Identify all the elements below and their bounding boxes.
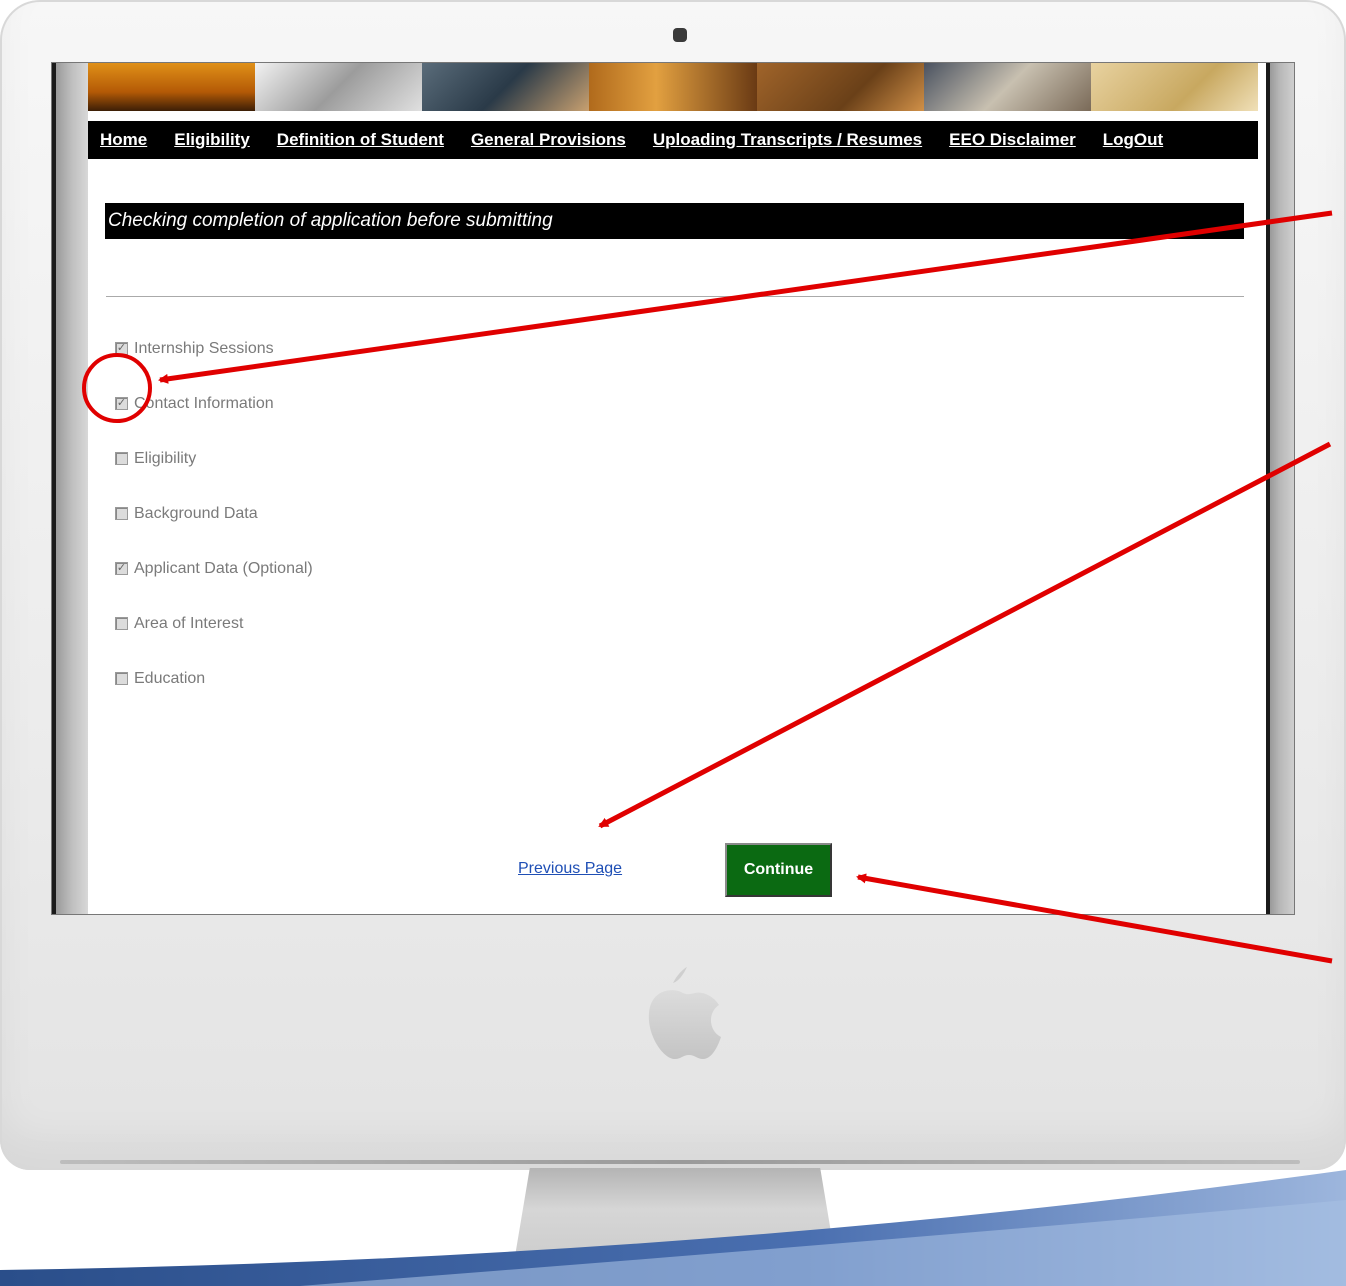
banner-image-documents: [1090, 63, 1258, 111]
nav-eeo-disclaimer[interactable]: EEO Disclaimer: [949, 130, 1076, 150]
nav-uploading-transcripts[interactable]: Uploading Transcripts / Resumes: [653, 130, 922, 150]
checkbox[interactable]: ✓: [115, 342, 128, 355]
banner-image-keyboard: [422, 63, 590, 111]
completion-checklist: ✓ Internship Sessions ✓ Contact Informat…: [115, 321, 313, 706]
decorative-swoosh: [0, 1170, 1346, 1286]
checklist-item-area-of-interest: Area of Interest: [115, 596, 313, 651]
header-banner: [88, 63, 1258, 111]
checklist-item-internship-sessions: ✓ Internship Sessions: [115, 321, 313, 376]
nav-general-provisions[interactable]: General Provisions: [471, 130, 626, 150]
checkbox[interactable]: ✓: [115, 397, 128, 410]
checklist-item-background-data: Background Data: [115, 486, 313, 541]
nav-definition-of-student[interactable]: Definition of Student: [277, 130, 444, 150]
previous-page-link[interactable]: Previous Page: [518, 860, 622, 878]
nav-home[interactable]: Home: [100, 130, 147, 150]
checkbox[interactable]: [115, 672, 128, 685]
checklist-item-applicant-data: ✓ Applicant Data (Optional): [115, 541, 313, 596]
monitor-edge: [60, 1160, 1300, 1164]
checklist-label: Area of Interest: [134, 614, 244, 632]
apple-logo-icon: [648, 967, 721, 1059]
checklist-label: Applicant Data (Optional): [134, 559, 313, 577]
checkbox[interactable]: [115, 452, 128, 465]
checklist-label: Contact Information: [134, 394, 274, 412]
checkbox[interactable]: ✓: [115, 562, 128, 575]
continue-button[interactable]: Continue: [725, 843, 832, 897]
nav-eligibility[interactable]: Eligibility: [174, 130, 250, 150]
banner-image-meeting: [923, 63, 1091, 111]
checkbox[interactable]: [115, 617, 128, 630]
checklist-label: Eligibility: [134, 449, 197, 467]
checklist-label: Internship Sessions: [134, 339, 274, 357]
screen-bezel-left: [52, 63, 88, 914]
banner-image-pen: [255, 63, 423, 111]
checklist-label: Education: [134, 669, 206, 687]
page-title: Checking completion of application befor…: [105, 203, 1244, 239]
checklist-label: Background Data: [134, 504, 258, 522]
checklist-item-education: Education: [115, 651, 313, 706]
banner-image-hazard: [589, 63, 757, 111]
banner-image-office: [756, 63, 924, 111]
banner-image-industrial: [88, 63, 256, 111]
camera-icon: [673, 28, 687, 42]
checklist-item-eligibility: Eligibility: [115, 431, 313, 486]
divider: [106, 296, 1244, 297]
nav-logout[interactable]: LogOut: [1103, 130, 1163, 150]
main-nav: Home Eligibility Definition of Student G…: [88, 121, 1258, 159]
checklist-item-contact-information: ✓ Contact Information: [115, 376, 313, 431]
screen-bezel-right: [1266, 63, 1294, 914]
checkbox[interactable]: [115, 507, 128, 520]
browser-screen: Home Eligibility Definition of Student G…: [51, 62, 1295, 915]
